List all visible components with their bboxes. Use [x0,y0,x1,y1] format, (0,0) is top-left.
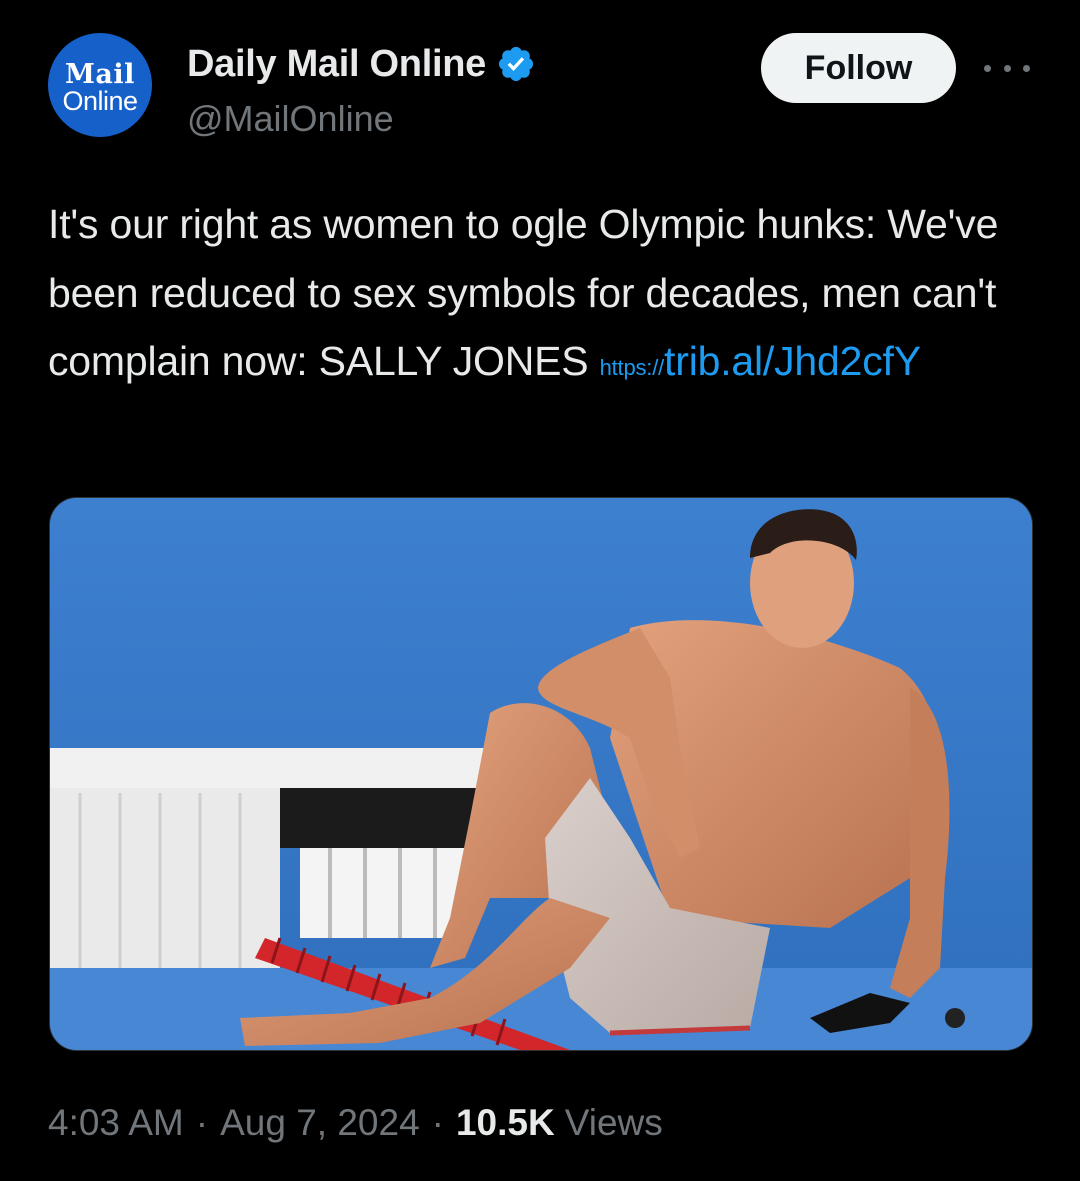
more-horizontal-icon[interactable] [984,54,1030,82]
tweet-media-image[interactable] [49,497,1033,1051]
meta-separator: · [195,1102,209,1143]
tweet-time[interactable]: 4:03 AM [48,1102,184,1144]
swimmer-photo [50,498,1032,1050]
tweet-link[interactable]: trib.al/Jhd2cfY [664,338,921,384]
author-name-row: Daily Mail Online [187,42,536,86]
tweet-meta: 4:03 AM · Aug 7, 2024 · 10.5K Views [48,1102,663,1144]
views-label[interactable]: Views [565,1102,663,1144]
more-dot [984,64,991,72]
avatar-logo-online: Online [62,86,138,116]
tweet-text: It's our right as women to ogle Olympic … [48,190,1048,403]
follow-button[interactable]: Follow [761,33,956,103]
more-dot [1003,64,1011,72]
avatar[interactable]: Mail Online [48,33,152,137]
tweet-link-prefix[interactable]: https:// [600,355,665,380]
verified-badge-icon[interactable] [496,44,536,84]
meta-separator: · [431,1102,444,1143]
avatar-logo-mail: Mail [65,59,135,90]
tweet-date[interactable]: Aug 7, 2024 [220,1102,420,1144]
author-handle[interactable]: @MailOnline [187,98,394,140]
views-count[interactable]: 10.5K [456,1102,555,1144]
more-dot [1023,64,1030,72]
author-display-name[interactable]: Daily Mail Online [187,43,486,86]
tweet: Mail Online Daily Mail Online @MailOnlin… [0,0,1080,1181]
